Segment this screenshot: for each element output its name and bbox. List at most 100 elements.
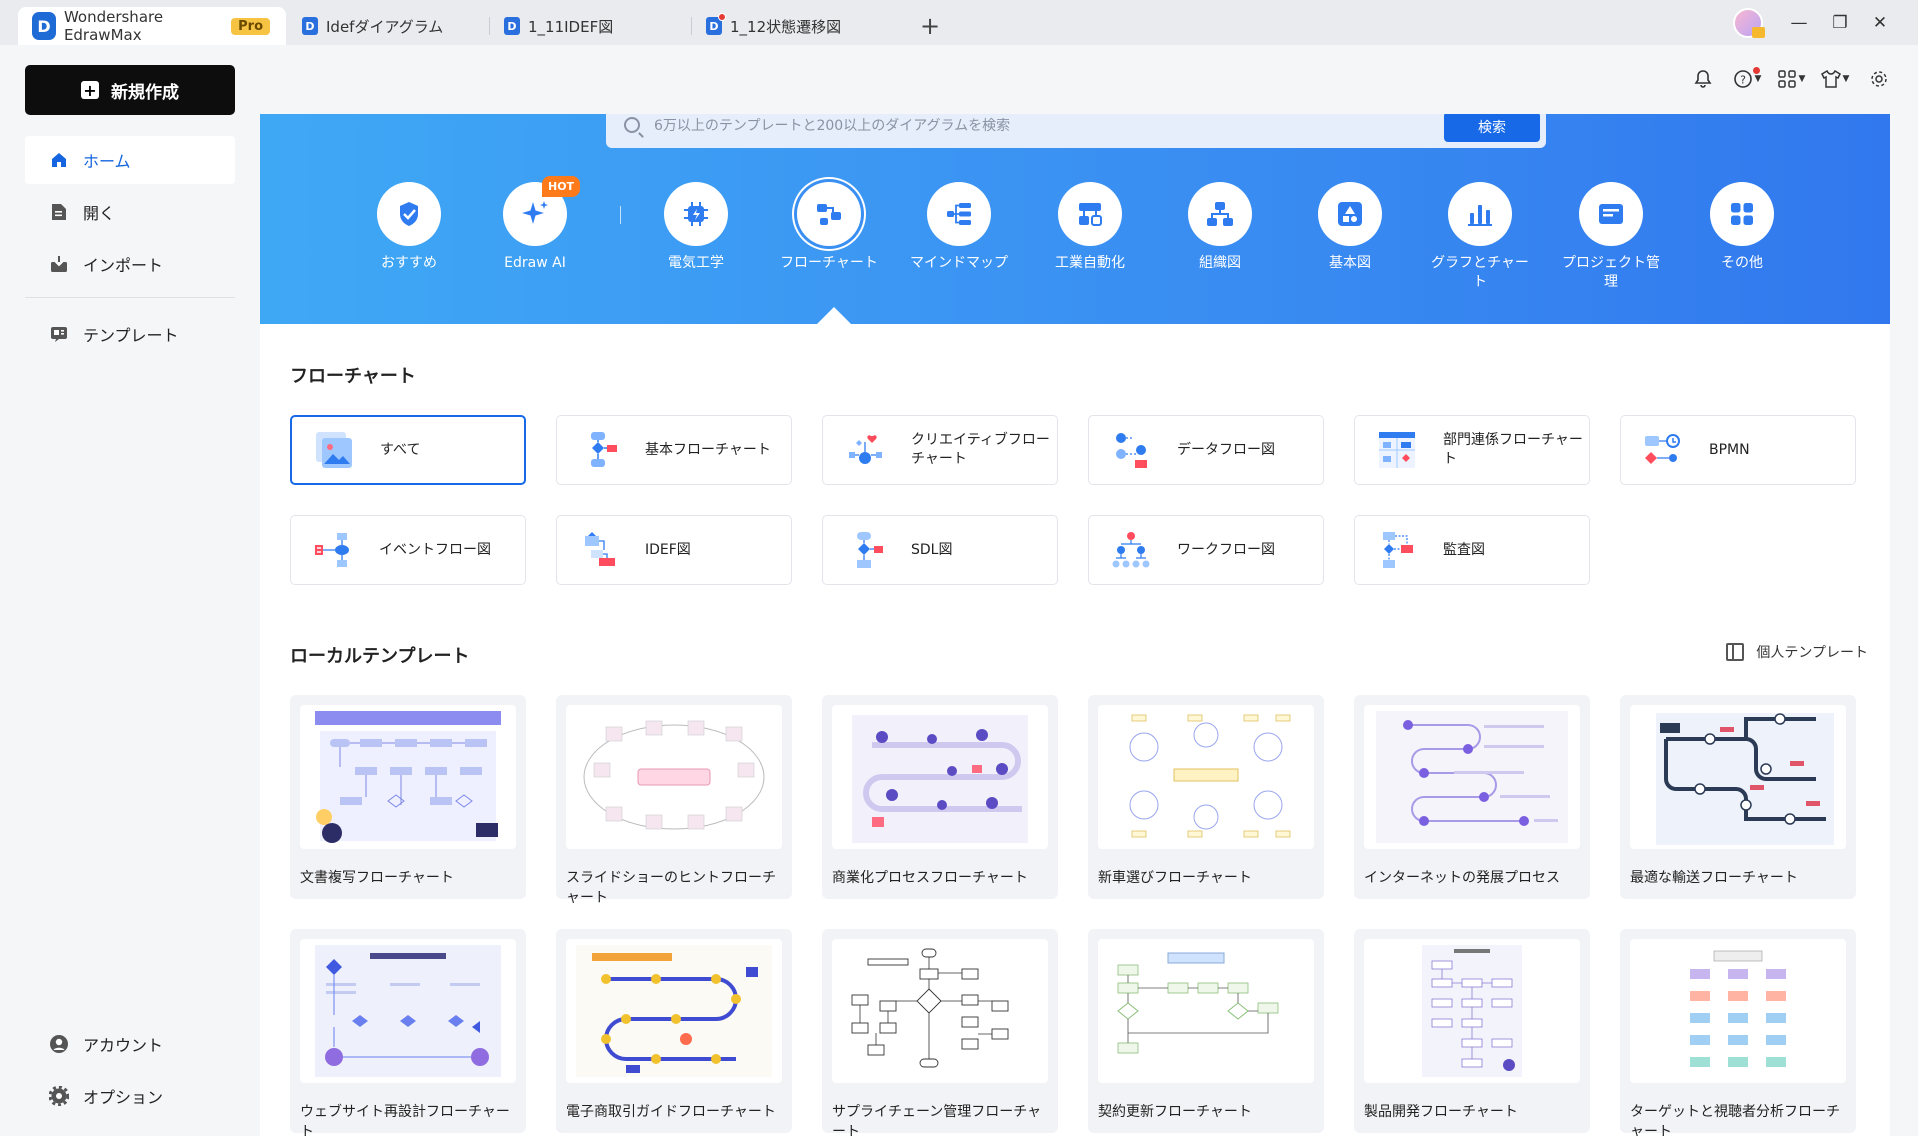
document-icon: D [302,17,318,35]
category-mindmap[interactable]: マインドマップ [904,182,1014,273]
svg-text:?: ? [1740,74,1746,87]
sdl-icon [857,532,883,568]
plus-icon: + [81,81,99,100]
template-icon [49,324,69,344]
category-project-management[interactable]: プロジェクト管理 [1556,182,1666,292]
notification-bell-icon[interactable] [1686,67,1720,91]
flowchart-type-idef[interactable]: IDEF図 [556,515,792,585]
template-card[interactable]: 新車選びフローチャート [1088,695,1324,899]
category-label: 組織図 [1199,255,1241,271]
tab-document-2[interactable]: D 1_11IDEF図 [490,7,692,45]
flowchart-type-bpmn[interactable]: BPMN [1620,415,1856,485]
category-banner: 6万以上のテンプレートと200以上のダイアグラムを検索 検索 おすすめ HOT … [260,114,1890,324]
new-tab-button[interactable]: + [910,7,950,45]
category-edraw-ai[interactable]: HOT Edraw AI [480,176,590,273]
category-flowchart[interactable]: フローチャート [774,182,884,273]
bar-chart-icon [1448,182,1512,246]
skin-shirt-icon[interactable]: ▼ [1818,67,1852,91]
app-name: Wondershare EdrawMax [63,8,164,44]
template-card[interactable]: ウェブサイト再設計フローチャート [290,929,526,1136]
category-electrical[interactable]: 電気工学 [641,182,751,273]
category-label: その他 [1721,255,1763,271]
template-card[interactable]: 製品開発フローチャート [1354,929,1590,1133]
tab-document-3[interactable]: D 1_12状態遷移図 [692,7,892,45]
template-card[interactable]: スライドショーのヒントフローチャート [556,695,792,906]
template-card[interactable]: ターゲットと視聴者分析フローチャート [1620,929,1856,1136]
template-title: ウェブサイト再設計フローチャート [300,1104,510,1136]
tab-label: 1_11IDEF図 [528,17,614,36]
new-document-button[interactable]: + 新規作成 [25,65,235,115]
template-card[interactable]: 電子商取引ガイドフローチャート [556,929,792,1133]
flowchart-section-title: フローチャート [290,366,416,387]
dataflow-icon [1116,433,1147,468]
category-divider [620,206,621,224]
apps-grid-icon[interactable]: ▼ [1774,67,1808,91]
flowchart-type-label: すべて [380,441,421,458]
template-title: 文書複写フローチャート [300,870,454,886]
template-card[interactable]: サプライチェーン管理フローチャート [822,929,1058,1136]
sidebar-item-options[interactable]: オプション [25,1072,235,1120]
template-title: 契約更新フローチャート [1098,1104,1252,1120]
search-button[interactable]: 検索 [1444,114,1540,142]
flowchart-type-event[interactable]: イベントフロー図 [290,515,526,585]
flowchart-type-label: データフロー図 [1177,441,1275,458]
user-avatar[interactable] [1733,8,1765,38]
flowchart-type-label: ワークフロー図 [1177,541,1275,558]
tab-document-1[interactable]: D Idefダイアグラム [288,7,490,45]
flowchart-type-basic[interactable]: 基本フローチャート [556,415,792,485]
category-recommended[interactable]: おすすめ [354,182,464,273]
flowchart-type-creative[interactable]: クリエイティブフローチャート [822,415,1058,485]
vip-crown-icon [1752,27,1765,38]
category-label: 基本図 [1329,255,1371,271]
close-button[interactable]: ✕ [1860,0,1900,45]
document-icon: D [706,13,726,35]
template-search-input[interactable]: 6万以上のテンプレートと200以上のダイアグラムを検索 検索 [606,114,1546,148]
template-thumbnail [1364,705,1580,849]
template-card[interactable]: 文書複写フローチャート [290,695,526,899]
category-label: プロジェクト管理 [1562,255,1660,290]
template-card[interactable]: インターネットの発展プロセス [1354,695,1590,899]
others-grid-icon [1710,182,1774,246]
options-gear-icon [49,1086,69,1106]
template-card[interactable]: 商業化プロセスフローチャート [822,695,1058,899]
minimize-button[interactable]: — [1779,0,1819,45]
basic-diagram-icon [1318,182,1382,246]
flowchart-type-audit[interactable]: 監査図 [1354,515,1590,585]
flowchart-type-label: IDEF図 [645,541,691,558]
audit-icon [1383,532,1413,568]
template-thumbnail [1098,705,1314,849]
template-card[interactable]: 最適な輸送フローチャート [1620,695,1856,899]
category-graphs-charts[interactable]: グラフとチャート [1425,182,1535,292]
category-org-chart[interactable]: 組織図 [1165,182,1275,273]
document-icon: D [504,17,520,35]
pro-badge: Pro [231,17,270,35]
flowchart-type-all[interactable]: すべて [290,415,526,485]
template-thumbnail [1630,705,1846,849]
sidebar-item-home[interactable]: ホーム [25,136,235,184]
personal-templates-link[interactable]: 個人テンプレート [1726,642,1868,662]
title-bar: D Wondershare EdrawMax Pro D Idefダイアグラム … [0,0,1918,45]
flowchart-type-sdl[interactable]: SDL図 [822,515,1058,585]
sidebar-item-template[interactable]: テンプレート [25,310,235,358]
flowchart-type-workflow[interactable]: ワークフロー図 [1088,515,1324,585]
flowchart-type-dataflow[interactable]: データフロー図 [1088,415,1324,485]
sidebar-item-label: オプション [83,1088,164,1107]
tab-home[interactable]: D Wondershare EdrawMax Pro [18,7,286,45]
flowchart-type-label: SDL図 [911,541,953,558]
sidebar-item-account[interactable]: アカウント [25,1020,235,1068]
category-industrial-automation[interactable]: 工業自動化 [1035,182,1145,273]
template-card[interactable]: 契約更新フローチャート [1088,929,1324,1133]
category-others[interactable]: その他 [1687,182,1797,273]
electrical-chip-icon [664,182,728,246]
template-thumbnail [1098,939,1314,1083]
restore-button[interactable]: ❐ [1820,0,1860,45]
help-icon[interactable]: ? ▼ [1730,67,1764,91]
flowchart-icon [797,182,861,246]
flowchart-type-cross-functional[interactable]: 部門連係フローチャート [1354,415,1590,485]
settings-gear-icon[interactable] [1862,67,1896,91]
sidebar-item-open[interactable]: 開く [25,188,235,236]
category-basic-diagram[interactable]: 基本図 [1295,182,1405,273]
sidebar-item-import[interactable]: インポート [25,240,235,288]
category-label: Edraw AI [504,255,566,271]
template-thumbnail [832,705,1048,849]
